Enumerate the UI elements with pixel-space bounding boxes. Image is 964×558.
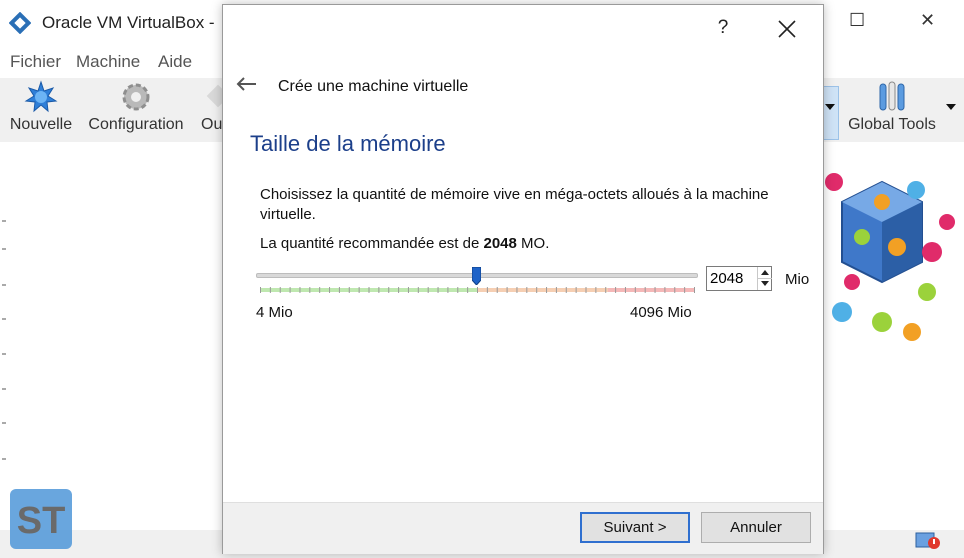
- memory-size-input[interactable]: [707, 267, 758, 290]
- notification-icon[interactable]: [914, 527, 942, 551]
- close-icon[interactable]: ✕: [920, 10, 935, 31]
- spin-down-arrow-icon[interactable]: [758, 278, 772, 289]
- virtualbox-app-icon: [9, 12, 31, 34]
- menu-fichier[interactable]: Fichier: [10, 52, 61, 72]
- machine-tools-dropdown-icon[interactable]: [825, 104, 835, 110]
- menu-machine[interactable]: Machine: [76, 52, 140, 72]
- gear-icon: [122, 83, 150, 111]
- divider: [2, 388, 6, 390]
- divider: [2, 284, 6, 286]
- cancel-button[interactable]: Annuler: [701, 512, 811, 543]
- virtualbox-mascot-illustration: [825, 173, 955, 341]
- memory-unit-label: Mio: [785, 271, 810, 288]
- settings-button[interactable]: Configuration: [86, 80, 186, 134]
- main-window-title: Oracle VM VirtualBox -: [42, 13, 215, 32]
- scale-segment: [608, 288, 695, 292]
- memory-scale-bar: [260, 287, 695, 293]
- global-tools-label: Global Tools: [848, 116, 936, 133]
- maximize-icon[interactable]: ☐: [849, 10, 865, 31]
- global-tools-dropdown-icon[interactable]: [946, 104, 956, 110]
- recommended-suffix: MO.: [516, 235, 550, 252]
- new-vm-button[interactable]: Nouvelle: [8, 80, 74, 134]
- page-heading: Taille de la mémoire: [250, 131, 446, 156]
- st-watermark-text: ST: [17, 500, 66, 542]
- dialog-footer: Suivant > Annuler: [223, 502, 823, 554]
- divider: [2, 220, 6, 222]
- st-watermark-logo: ST: [9, 488, 73, 550]
- menu-aide[interactable]: Aide: [158, 52, 192, 72]
- new-vm-label: Nouvelle: [9, 116, 73, 133]
- divider: [2, 422, 6, 424]
- back-arrow-icon[interactable]: [235, 75, 259, 93]
- divider: [2, 353, 6, 355]
- global-tools-button[interactable]: Global Tools: [842, 80, 942, 134]
- discard-button[interactable]: Ou: [198, 80, 224, 134]
- memory-slider-thumb[interactable]: [471, 267, 481, 285]
- divider: [2, 458, 6, 460]
- global-tools-icon: [879, 81, 905, 111]
- recommended-memory-text: La quantité recommandée est de 2048 MO.: [260, 235, 549, 252]
- next-button[interactable]: Suivant >: [580, 512, 690, 543]
- settings-label: Configuration: [88, 116, 184, 133]
- divider: [2, 318, 6, 320]
- new-star-icon: [24, 80, 58, 113]
- memory-spinbox[interactable]: [706, 266, 772, 291]
- dialog-header-title: Crée une machine virtuelle: [278, 78, 469, 95]
- memory-description: Choisissez la quantité de mémoire vive e…: [260, 186, 769, 223]
- st-watermark-icon: ST: [10, 489, 72, 549]
- dialog-close-icon[interactable]: [773, 15, 801, 43]
- discard-label: Ou: [201, 116, 223, 133]
- spin-buttons: [757, 267, 772, 290]
- recommended-prefix: La quantité recommandée est de: [260, 235, 484, 252]
- memory-scale-graphic: [260, 287, 695, 293]
- recommended-value: 2048: [483, 235, 517, 252]
- memory-max-label: 4096 Mio: [630, 304, 692, 321]
- divider: [2, 248, 6, 250]
- vm-list-panel[interactable]: [0, 142, 223, 530]
- machine-tools-toggle[interactable]: [822, 86, 839, 140]
- welcome-panel: [822, 142, 964, 530]
- create-vm-dialog: ? Crée une machine virtuelle Taille de l…: [222, 4, 824, 554]
- help-button[interactable]: ?: [711, 17, 735, 39]
- memory-min-label: 4 Mio: [256, 304, 293, 321]
